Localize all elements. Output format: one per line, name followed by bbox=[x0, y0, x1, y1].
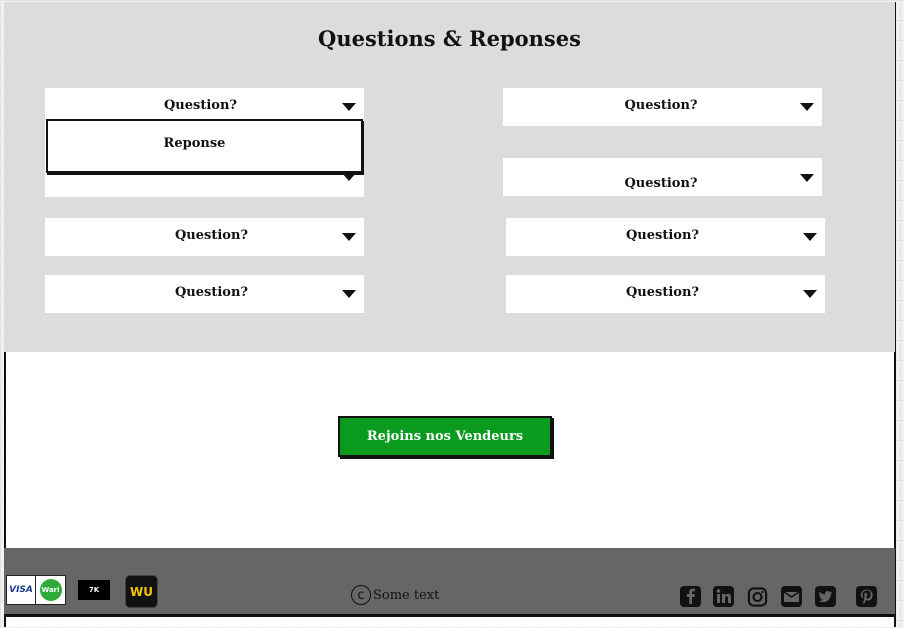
footer: VISA Wari 7K WU c Some text bbox=[4, 548, 895, 614]
question-label: Question? bbox=[174, 285, 249, 300]
visa-logo: VISA bbox=[6, 575, 36, 605]
western-union-logo: WU bbox=[125, 575, 158, 608]
chevron-down-icon bbox=[800, 103, 814, 111]
question-label: Question? bbox=[625, 285, 700, 300]
chevron-down-icon bbox=[342, 173, 356, 181]
question-label: Question? bbox=[624, 176, 698, 191]
chevron-down-icon bbox=[342, 103, 356, 111]
question-label: Question? bbox=[624, 98, 698, 113]
chevron-down-icon bbox=[342, 290, 356, 298]
question-label: Question? bbox=[163, 98, 238, 113]
question-label: Question? bbox=[174, 228, 249, 243]
faq-question-6[interactable]: Question? bbox=[506, 218, 825, 256]
question-label: Question? bbox=[625, 228, 700, 243]
linkedin-icon[interactable] bbox=[713, 586, 734, 607]
faq-question-2[interactable]: Question? bbox=[503, 88, 822, 126]
money-transfer-logo: 7K bbox=[78, 580, 110, 600]
copyright-text: Some text bbox=[373, 587, 440, 603]
wari-logo: Wari bbox=[35, 575, 66, 605]
chevron-down-icon bbox=[803, 233, 817, 241]
money-transfer-label: 7K bbox=[88, 586, 100, 594]
faq-question-3[interactable]: Question? bbox=[45, 218, 364, 256]
copyright-icon: c bbox=[351, 585, 371, 605]
western-union-label: WU bbox=[130, 584, 153, 599]
faq-answer-panel: Reponse bbox=[46, 119, 363, 173]
chevron-down-icon bbox=[800, 174, 814, 182]
facebook-icon[interactable] bbox=[680, 586, 701, 607]
chevron-down-icon bbox=[803, 290, 817, 298]
faq-title: Questions & Reponses bbox=[318, 26, 581, 51]
pinterest-icon[interactable] bbox=[856, 586, 877, 607]
faq-section: Questions & Reponses Question? Question?… bbox=[4, 2, 895, 352]
chevron-down-icon bbox=[342, 233, 356, 241]
footer-divider bbox=[4, 614, 895, 617]
faq-question-5[interactable]: Question? bbox=[45, 275, 364, 313]
join-vendors-button[interactable]: Rejoins nos Vendeurs bbox=[338, 416, 552, 457]
mail-icon[interactable] bbox=[781, 586, 802, 607]
faq-question-7[interactable]: Question? bbox=[506, 275, 825, 313]
answer-text: Reponse bbox=[163, 136, 226, 151]
twitter-icon[interactable] bbox=[815, 586, 836, 607]
copyright: c Some text bbox=[351, 585, 439, 605]
wari-label: Wari bbox=[39, 579, 62, 601]
instagram-icon[interactable] bbox=[747, 586, 768, 607]
visa-label: VISA bbox=[9, 585, 33, 595]
faq-question-4[interactable]: Question? bbox=[503, 158, 822, 196]
